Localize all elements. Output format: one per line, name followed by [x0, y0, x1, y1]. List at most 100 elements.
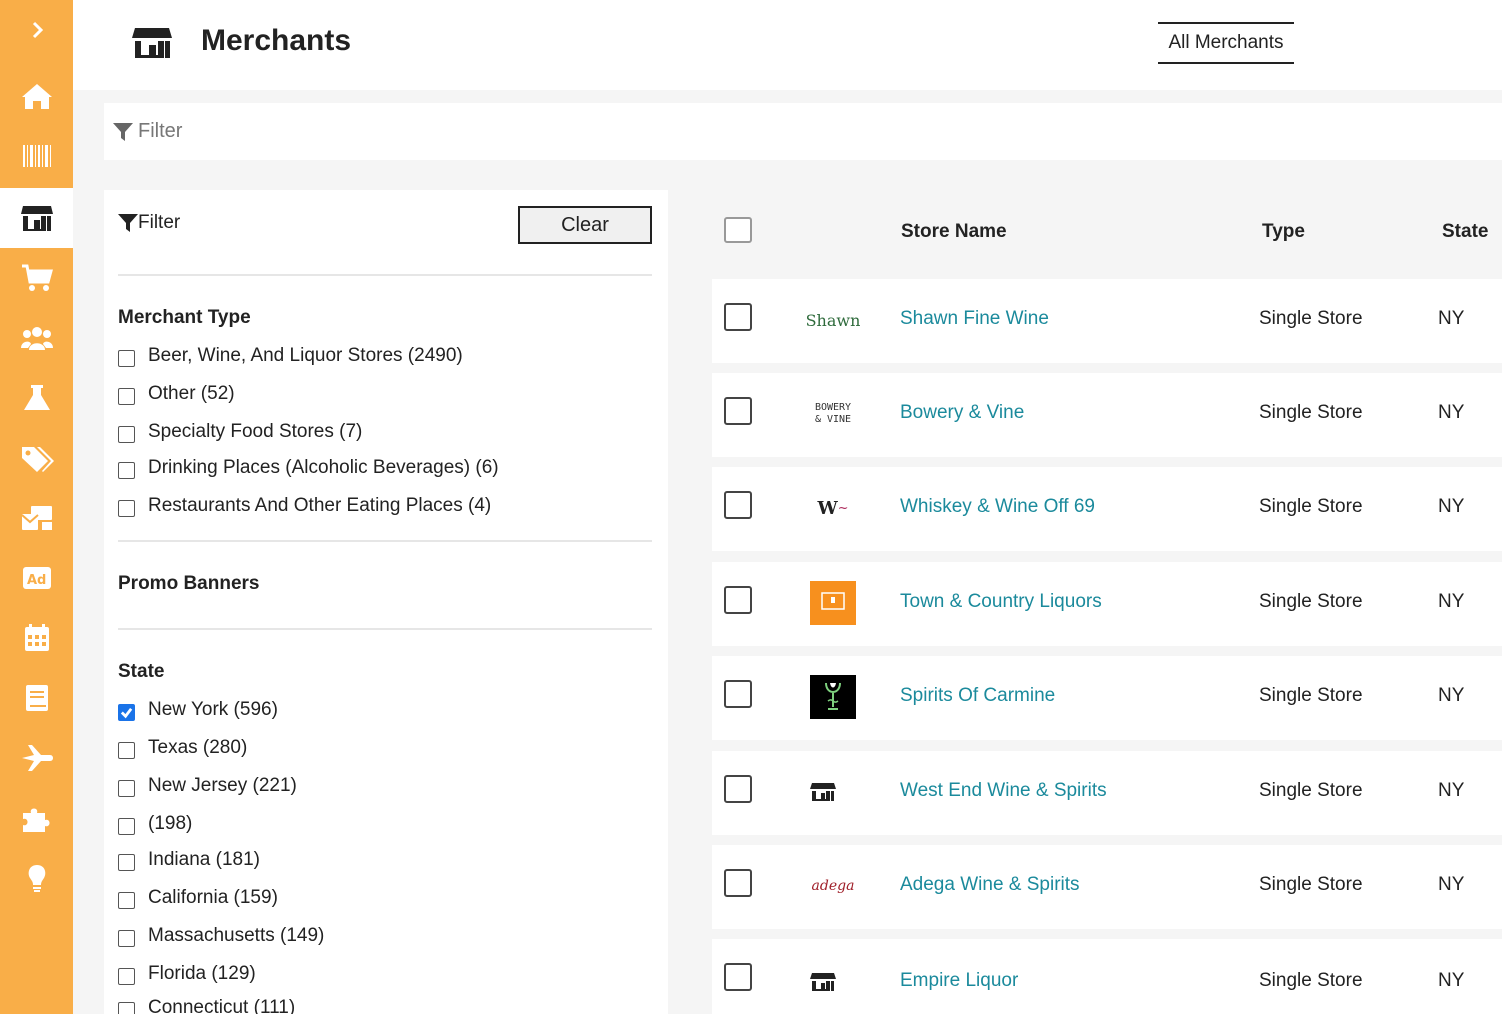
logo-text: W [817, 497, 838, 519]
sidebar-item-delivery[interactable] [0, 728, 73, 788]
checkbox[interactable] [118, 349, 135, 367]
clear-button[interactable]: Clear [518, 206, 652, 244]
merchant-type-option[interactable]: Specialty Food Stores (7) [118, 421, 362, 443]
store-type: Single Store [1259, 970, 1363, 991]
sidebar-toggle[interactable] [0, 0, 73, 60]
row-checkbox[interactable] [724, 491, 752, 519]
shawn-logo: Shawn [806, 298, 861, 342]
store-name-link[interactable]: Adega Wine & Spirits [900, 874, 1080, 896]
merchant-type-title: Merchant Type [118, 307, 251, 328]
store-name-link[interactable]: Bowery & Vine [900, 402, 1024, 424]
store-type: Single Store [1259, 874, 1363, 895]
carmine-logo-mark [825, 682, 841, 710]
filter-bar [104, 103, 1502, 160]
sidebar-item-catalog[interactable] [0, 668, 73, 728]
store-type: Single Store [1259, 496, 1363, 517]
column-header-state[interactable]: State [1442, 221, 1488, 243]
state-option[interactable]: Texas (280) [118, 737, 247, 759]
sidebar-item-ads[interactable]: Ad [0, 548, 73, 608]
sidebar-item-calendar[interactable] [0, 608, 73, 668]
store-icon [810, 960, 856, 1004]
sidebar-item-integrations[interactable] [0, 788, 73, 848]
sidebar-item-customers[interactable] [0, 308, 73, 368]
adega-logo: adega [810, 864, 856, 908]
table-row[interactable]: W ~ Whiskey & Wine Off 69 Single Store N… [712, 467, 1502, 551]
store-name-link[interactable]: Town & Country Liquors [900, 591, 1102, 613]
filter-panel-title: Filter [138, 212, 181, 233]
store-placeholder-icon [810, 783, 836, 801]
sidebar-item-insights[interactable] [0, 848, 73, 908]
table-header: Store Name Type State [712, 190, 1502, 274]
row-checkbox[interactable] [724, 680, 752, 708]
column-header-store-name[interactable]: Store Name [901, 221, 1007, 243]
checkbox[interactable] [118, 853, 135, 871]
state-option[interactable]: (198) [118, 813, 192, 835]
store-placeholder-icon [810, 973, 836, 991]
state-option[interactable]: California (159) [118, 887, 278, 909]
promo-banners-title: Promo Banners [118, 573, 260, 594]
store-name-link[interactable]: Empire Liquor [900, 970, 1018, 992]
state-option[interactable]: New Jersey (221) [118, 775, 297, 797]
table-row[interactable]: Shawn Shawn Fine Wine Single Store NY [712, 279, 1502, 363]
store-name-link[interactable]: Whiskey & Wine Off 69 [900, 496, 1095, 518]
state-option[interactable]: Indiana (181) [118, 849, 260, 871]
sidebar-item-barcode[interactable] [0, 126, 73, 186]
store-name-link[interactable]: Shawn Fine Wine [900, 308, 1049, 330]
ad-icon: Ad [22, 567, 51, 589]
state-option[interactable]: Connecticut (111) [118, 997, 295, 1014]
sidebar-item-campaigns[interactable] [0, 488, 73, 548]
table-row[interactable]: BOWERY & VINE Bowery & Vine Single Store… [712, 373, 1502, 457]
checkbox[interactable] [118, 499, 135, 517]
table-row[interactable]: Town & Country Liquors Single Store NY [712, 562, 1502, 646]
state-option[interactable]: Massachusetts (149) [118, 925, 324, 947]
row-checkbox[interactable] [724, 586, 752, 614]
row-checkbox[interactable] [724, 869, 752, 897]
logo-text: adega [811, 878, 855, 894]
table-row[interactable]: Empire Liquor Single Store NY [712, 939, 1502, 1014]
logo-text: Shawn [805, 310, 861, 330]
table-row[interactable]: adega Adega Wine & Spirits Single Store … [712, 845, 1502, 929]
table-row[interactable]: Spirits Of Carmine Single Store NY [712, 656, 1502, 740]
merchant-type-option[interactable]: Drinking Places (Alcoholic Beverages) (6… [118, 457, 499, 479]
store-name-link[interactable]: West End Wine & Spirits [900, 780, 1107, 802]
table-row[interactable]: West End Wine & Spirits Single Store NY [712, 751, 1502, 835]
divider [118, 540, 652, 542]
row-checkbox[interactable] [724, 303, 752, 331]
state-option[interactable]: Florida (129) [118, 963, 256, 985]
checkbox[interactable] [118, 461, 135, 479]
town-country-logo-mark [821, 592, 845, 610]
checkbox[interactable] [118, 967, 135, 985]
checkbox[interactable] [118, 779, 135, 797]
checkbox[interactable] [118, 929, 135, 947]
checkbox[interactable] [118, 741, 135, 759]
merchant-type-option[interactable]: Other (52) [118, 383, 235, 405]
store-state: NY [1438, 308, 1465, 329]
state-option[interactable]: New York (596) [118, 699, 278, 721]
checkbox[interactable] [118, 817, 135, 835]
sidebar-item-merchants[interactable] [0, 188, 73, 248]
checkbox[interactable] [118, 1001, 135, 1014]
sidebar-item-home[interactable] [0, 66, 73, 126]
checkbox[interactable] [118, 425, 135, 443]
checkbox[interactable] [118, 387, 135, 405]
cart-icon [21, 264, 53, 291]
row-checkbox[interactable] [724, 963, 752, 991]
merchant-type-option[interactable]: Restaurants And Other Eating Places (4) [118, 495, 491, 517]
sidebar-item-promotions[interactable] [0, 428, 73, 488]
filter-input[interactable] [138, 120, 738, 143]
mail-bulk-icon [20, 506, 52, 530]
merchant-type-option[interactable]: Beer, Wine, And Liquor Stores (2490) [118, 345, 463, 367]
store-state: NY [1438, 402, 1465, 423]
all-merchants-tab[interactable]: All Merchants [1158, 22, 1294, 64]
store-name-link[interactable]: Spirits Of Carmine [900, 685, 1055, 707]
tags-icon [21, 447, 54, 472]
column-header-type[interactable]: Type [1262, 221, 1305, 243]
row-checkbox[interactable] [724, 397, 752, 425]
row-checkbox[interactable] [724, 775, 752, 803]
sidebar-item-labs[interactable] [0, 368, 73, 428]
checkbox[interactable] [118, 891, 135, 909]
select-all-checkbox[interactable] [724, 217, 752, 243]
sidebar-item-orders[interactable] [0, 248, 73, 308]
checkbox[interactable] [118, 703, 135, 721]
option-label: Drinking Places (Alcoholic Beverages) (6… [148, 457, 499, 478]
